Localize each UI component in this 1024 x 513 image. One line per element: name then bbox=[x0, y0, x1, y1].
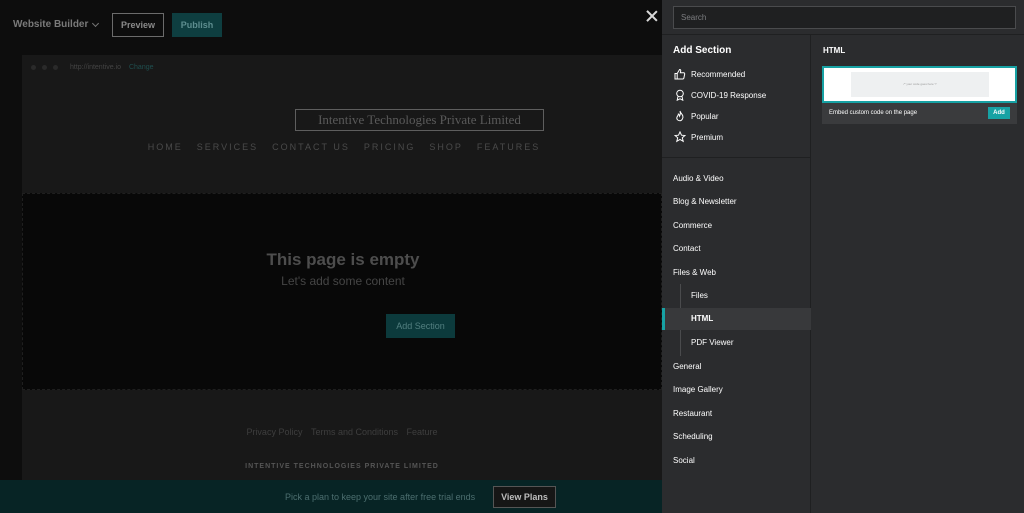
site-url: http://intentive.io bbox=[70, 63, 121, 71]
award-ribbon-icon bbox=[673, 88, 687, 102]
site-nav-item[interactable]: FEATURES bbox=[477, 142, 540, 152]
trial-banner: Pick a plan to keep your site after free… bbox=[0, 480, 662, 513]
category-blog-newsletter[interactable]: Blog & Newsletter bbox=[662, 191, 811, 213]
site-nav-item[interactable]: SHOP bbox=[429, 142, 463, 152]
close-icon[interactable] bbox=[645, 9, 659, 23]
add-html-section-button[interactable]: Add bbox=[988, 107, 1010, 119]
category-audio-video[interactable]: Audio & Video bbox=[662, 168, 811, 190]
footer-link[interactable]: Privacy Policy bbox=[246, 427, 302, 437]
category-label: Premium bbox=[691, 132, 724, 142]
footer-links: Privacy Policy Terms and Conditions Feat… bbox=[22, 427, 662, 437]
empty-page-area: This page is empty Let's add some conten… bbox=[22, 193, 662, 390]
preview-button[interactable]: Preview bbox=[112, 13, 164, 37]
site-nav-item[interactable]: HOME bbox=[148, 142, 183, 152]
site-header: Intentive Technologies Private Limited H… bbox=[22, 79, 662, 193]
category-contact[interactable]: Contact bbox=[662, 238, 811, 260]
site-preview-frame: http://intentive.io Change Intentive Tec… bbox=[22, 55, 662, 480]
category-popular[interactable]: Popular bbox=[662, 106, 811, 126]
category-general[interactable]: General bbox=[662, 356, 811, 378]
publish-button[interactable]: Publish bbox=[172, 13, 222, 37]
panel-title: Add Section bbox=[673, 45, 732, 56]
section-preview-column: HTML /* your code goes here */ Embed cus… bbox=[812, 35, 1024, 513]
star-icon bbox=[673, 130, 687, 144]
view-plans-button[interactable]: View Plans bbox=[493, 486, 556, 508]
add-section-panel: Add Section Recommended COVID-19 Respons… bbox=[662, 0, 1024, 513]
empty-page-title: This page is empty bbox=[266, 250, 420, 269]
site-footer: Privacy Policy Terms and Conditions Feat… bbox=[22, 390, 662, 480]
site-nav-item[interactable]: CONTACT US bbox=[272, 142, 350, 152]
section-card-html[interactable]: /* your code goes here */ Embed custom c… bbox=[822, 66, 1017, 124]
thumbs-up-icon bbox=[673, 67, 687, 81]
subcategory-html[interactable]: HTML bbox=[662, 308, 811, 330]
flame-icon bbox=[673, 109, 687, 123]
category-commerce[interactable]: Commerce bbox=[662, 215, 811, 237]
category-recommended[interactable]: Recommended bbox=[662, 64, 811, 84]
add-section-button[interactable]: Add Section bbox=[386, 314, 455, 338]
window-dots bbox=[31, 64, 58, 70]
builder-topbar: Website Builder Preview Publish bbox=[0, 0, 662, 50]
category-covid-19-response[interactable]: COVID-19 Response bbox=[662, 85, 811, 105]
site-nav-item[interactable]: SERVICES bbox=[197, 142, 258, 152]
search-box bbox=[673, 6, 1016, 29]
site-nav-item[interactable]: PRICING bbox=[364, 142, 416, 152]
brand-label: Website Builder bbox=[13, 19, 89, 30]
thumbnail-code: /* your code goes here */ bbox=[851, 72, 989, 97]
empty-page-subtitle: Let's add some content bbox=[281, 274, 405, 288]
site-logo[interactable]: Intentive Technologies Private Limited bbox=[295, 109, 544, 131]
section-thumbnail[interactable]: /* your code goes here */ bbox=[822, 66, 1017, 103]
change-url-link[interactable]: Change bbox=[129, 64, 154, 71]
category-label: Popular bbox=[691, 111, 719, 121]
preview-title: HTML bbox=[823, 46, 846, 55]
category-label: COVID-19 Response bbox=[691, 90, 767, 100]
chevron-down-icon bbox=[92, 19, 100, 27]
category-image-gallery[interactable]: Image Gallery bbox=[662, 379, 811, 401]
url-bar: http://intentive.io Change bbox=[22, 55, 662, 79]
site-nav: HOME SERVICES CONTACT US PRICING SHOP FE… bbox=[22, 142, 662, 152]
category-premium[interactable]: Premium bbox=[662, 127, 811, 147]
category-social[interactable]: Social bbox=[662, 450, 811, 472]
category-list: Add Section Recommended COVID-19 Respons… bbox=[662, 35, 811, 513]
category-files-web[interactable]: Files & Web bbox=[662, 262, 811, 284]
subcategory-files[interactable]: Files bbox=[662, 285, 811, 307]
section-description: Embed custom code on the page bbox=[829, 110, 918, 116]
footer-company-name: INTENTIVE TECHNOLOGIES PRIVATE LIMITED bbox=[245, 463, 439, 470]
search-input[interactable] bbox=[674, 7, 1015, 28]
subcategory-pdf-viewer[interactable]: PDF Viewer bbox=[662, 332, 811, 354]
divider bbox=[662, 157, 811, 158]
category-label: Recommended bbox=[691, 69, 746, 79]
category-scheduling[interactable]: Scheduling bbox=[662, 426, 811, 448]
trial-text: Pick a plan to keep your site after free… bbox=[285, 492, 476, 502]
footer-link[interactable]: Feature bbox=[407, 427, 438, 437]
footer-link[interactable]: Terms and Conditions bbox=[311, 427, 398, 437]
brand-menu[interactable]: Website Builder bbox=[13, 19, 100, 30]
website-builder-canvas: Website Builder Preview Publish http://i… bbox=[0, 0, 662, 513]
category-restaurant[interactable]: Restaurant bbox=[662, 403, 811, 425]
